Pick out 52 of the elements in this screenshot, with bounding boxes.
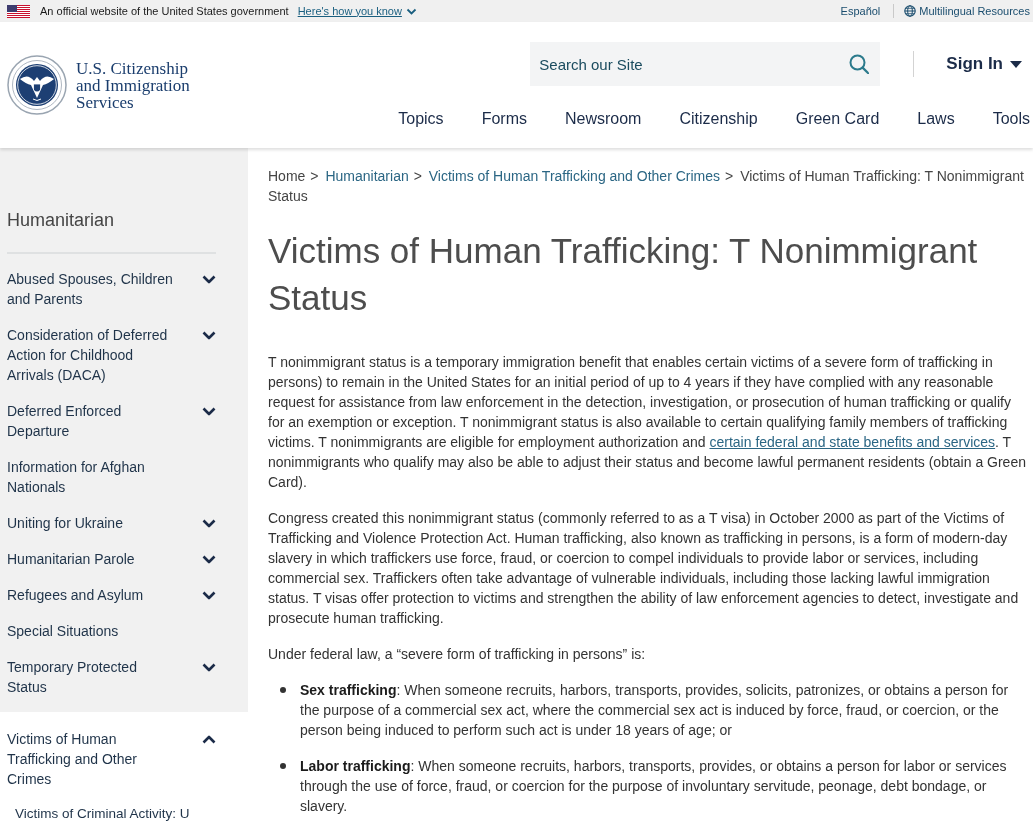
bullet-icon <box>280 687 286 693</box>
search-field[interactable]: Search our Site <box>530 42 881 86</box>
sidebar-item[interactable]: Special Situations <box>0 613 248 649</box>
resources-link[interactable]: Multilingual Resources <box>919 2 1030 20</box>
body-paragraph: Congress created this nonimmigrant status (commonly referred to as a T visa) in October 2000 as part of the Victims of Trafficking and Violence Protection Act. Human trafficking, also known as trafficking in persons, is a form of modern-day slavery in which traffickers use force, fraud, or coercion to compel individuals to provide labor or services, including commercial sex. Traffickers often take advantage of vulnerable individuals, including those lacking lawful immigration status. T visas offer protection to victims and strengthen the ability of law enforcement agencies to detect, investigate and prosecute human trafficking. <box>268 509 1020 628</box>
chevron-down-icon[interactable] <box>202 591 216 600</box>
breadcrumb: Home > Humanitarian > Victims of Human Trafficking and Other Crimes > Victims of Human Trafficking: T Nonimmigrant Status <box>268 167 1025 206</box>
bullet-icon <box>280 763 286 769</box>
nav-link[interactable]: Forms <box>481 107 527 131</box>
sidebar-item[interactable]: Information for Afghan Nationals <box>0 449 248 505</box>
banner-text: An official website of the United States government <box>40 3 289 19</box>
chevron-down-icon[interactable] <box>202 275 216 284</box>
nav-link[interactable]: Citizenship <box>679 107 758 131</box>
sidebar-heading: Humanitarian <box>6 209 116 232</box>
sidebar-item[interactable]: Consideration of Deferred Action for Childhood Arrivals (DACA) <box>0 317 248 393</box>
nav-link[interactable]: Green Card <box>795 107 880 131</box>
chevron-up-icon[interactable] <box>202 735 216 744</box>
nav-link[interactable]: Tools <box>992 107 1030 131</box>
sidebar-item[interactable]: Temporary Protected Status <box>0 649 248 705</box>
globe-icon[interactable] <box>904 5 917 17</box>
sidebar-item[interactable]: Uniting for Ukraine <box>0 505 248 541</box>
chevron-down-icon[interactable] <box>202 331 216 340</box>
breadcrumb-link[interactable]: Humanitarian <box>325 168 409 184</box>
chevron-down-icon[interactable] <box>202 663 216 672</box>
chevron-down-icon[interactable] <box>202 407 216 416</box>
page-title: Victims of Human Trafficking: T Nonimmigrant Status <box>268 230 979 319</box>
flag-icon <box>7 4 30 18</box>
banner-link[interactable]: Here's how you know <box>297 2 402 20</box>
nav-link[interactable]: Newsroom <box>564 107 642 131</box>
nav-link[interactable]: Topics <box>398 107 444 131</box>
sidebar-item[interactable]: Victims of Human Trafficking and Other Crimes <box>0 712 248 797</box>
language-link[interactable]: Español <box>840 2 881 20</box>
breadcrumb-link[interactable]: Home <box>268 168 306 184</box>
agency-name[interactable]: U.S. Citizenship and Immigration Services <box>76 59 214 111</box>
sign-in-button[interactable]: Sign In <box>946 51 1022 77</box>
sidebar-item[interactable]: Abused Spouses, Children and Parents <box>0 261 248 317</box>
chevron-down-icon[interactable] <box>202 555 216 564</box>
search-icon[interactable] <box>849 54 870 74</box>
list-item-text: Sex trafficking: When someone recruits, harbors, transports, provides, solicits, patronizes, or obtains a person for the purpose of a commercial sex act, where the commercial sex act is induced by force, fraud, or coercion, or the person being induced to perform such act is under 18 years of age; or <box>300 681 1010 740</box>
sidebar-item[interactable]: Deferred Enforced Departure <box>0 393 248 449</box>
sidebar-item[interactable]: Refugees and Asylum <box>0 577 248 613</box>
nav-link[interactable]: Laws <box>917 107 955 131</box>
chevron-down-icon[interactable] <box>202 519 216 528</box>
seal-icon[interactable] <box>7 55 67 115</box>
body-paragraph: T nonimmigrant status is a temporary immigration benefit that enables certain victims of a severe form of trafficking in persons) to remain in the United States for an initial period of up to 4 years if they have complied with any reasonable request for assistance from law enforcement in the detection, investigation, or prosecution of human trafficking or qualify for an exemption or exception. T nonimmigrant status is also available to certain qualifying family members of trafficking victims. T nonimmigrants are eligible for employment authorization and certain federal and state benefits and services. T nonimmigrants who qualify may also be able to adjust their status and become lawful permanent residents (obtain a Green Card). <box>268 353 1027 492</box>
sidebar-subitem[interactable]: Victims of Criminal Activity: U <box>0 797 248 826</box>
breadcrumb-link[interactable]: Victims of Human Trafficking and Other Crimes <box>428 168 721 184</box>
chevron-down-icon[interactable] <box>405 7 417 15</box>
sidebar-item[interactable]: Humanitarian Parole <box>0 541 248 577</box>
caret-down-icon <box>1010 60 1022 68</box>
body-paragraph: Under federal law, a “severe form of trafficking in persons” is: <box>268 645 647 664</box>
list-item-text: Labor trafficking: When someone recruits, harbors, transports, provides, or obtains a person for labor or services through the use of force, fraud, or coercion for the purpose of involuntary servitude, peonage, debt bondage, or slavery. <box>300 757 1008 816</box>
